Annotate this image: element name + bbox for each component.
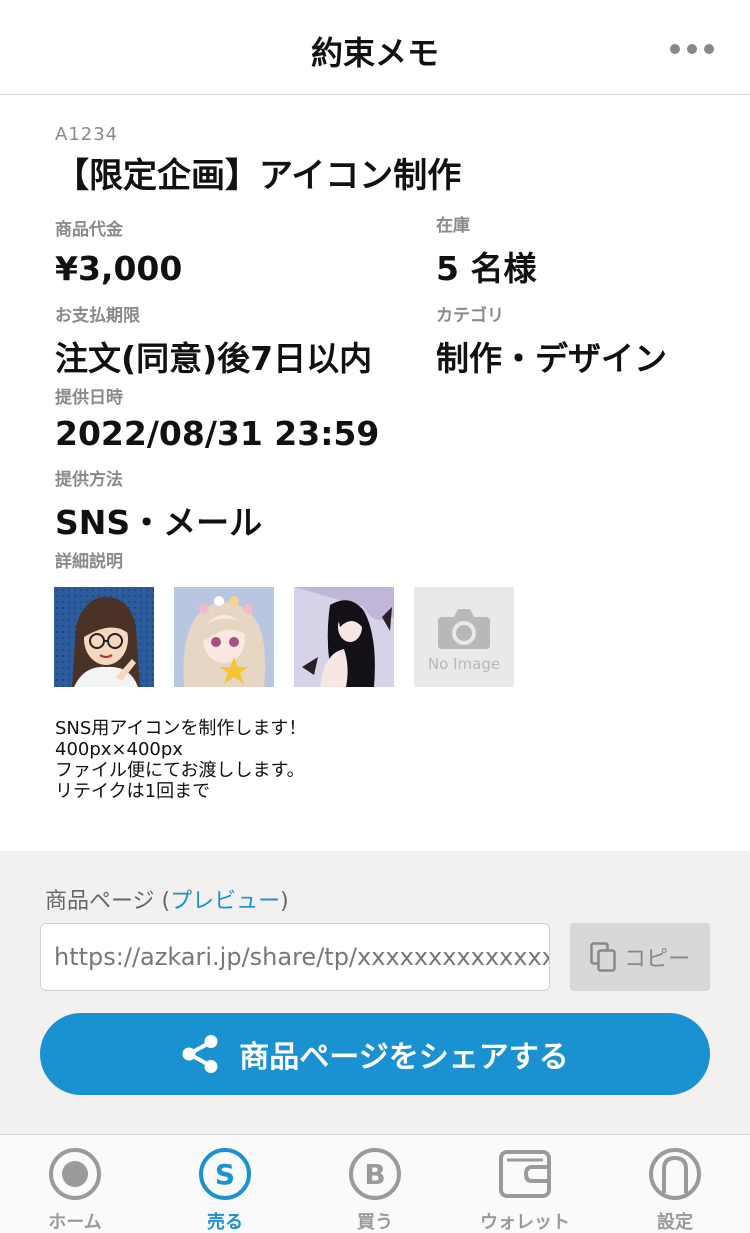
share-product-button[interactable]: 商品ページをシェアする	[40, 1013, 710, 1095]
product-page-label: 商品ページ (プレビュー)	[45, 883, 289, 915]
preview-link[interactable]: プレビュー	[170, 889, 280, 914]
preview-paren-close: )	[280, 889, 289, 914]
copy-label: コピー	[623, 947, 690, 972]
share-section: 商品ページ (プレビュー) https://azkari.jp/share/tp…	[0, 851, 750, 1134]
more-dot-icon	[687, 44, 697, 54]
item-description: SNS用アイコンを制作します！ 400px×400px ファイル便にてお渡ししま…	[55, 718, 307, 802]
product-page-text: 商品ページ	[45, 889, 155, 914]
bottom-tab-bar: ホーム S 売る B 買う ウォレット 設定	[0, 1134, 750, 1233]
item-image-3[interactable]	[294, 587, 394, 687]
settings-icon	[649, 1148, 701, 1200]
price-value: ¥3,000	[55, 249, 183, 288]
svg-text:B: B	[364, 1158, 385, 1191]
svg-text:S: S	[215, 1158, 235, 1191]
tab-wallet-label: ウォレット	[480, 1212, 570, 1233]
due-value: 注文(同意)後7日以内	[55, 339, 373, 378]
category-label: カテゴリ	[436, 306, 504, 326]
more-options-button[interactable]	[670, 44, 714, 54]
wallet-icon	[499, 1150, 551, 1198]
no-image-placeholder[interactable]: No Image	[414, 587, 514, 687]
item-code: A1234	[55, 124, 119, 145]
share-icon	[182, 1035, 218, 1073]
method-value: SNS・メール	[55, 503, 263, 542]
more-dot-icon	[670, 44, 680, 54]
image-gallery: No Image	[54, 587, 514, 687]
item-title: 【限定企画】アイコン制作	[55, 156, 462, 196]
more-dot-icon	[704, 44, 714, 54]
tab-home-label: ホーム	[48, 1212, 102, 1233]
copy-button[interactable]: コピー	[570, 923, 710, 991]
detail-label: 詳細説明	[55, 552, 123, 572]
tab-wallet[interactable]: ウォレット	[450, 1135, 600, 1233]
tab-settings[interactable]: 設定	[600, 1135, 750, 1233]
method-label: 提供方法	[55, 470, 123, 490]
page-title: 約束メモ	[310, 34, 439, 72]
buy-icon: B	[349, 1148, 401, 1200]
home-icon	[49, 1148, 101, 1200]
share-button-label: 商品ページをシェアする	[239, 1040, 569, 1075]
preview-paren-open: (	[154, 889, 171, 914]
sell-icon: S	[199, 1148, 251, 1200]
datetime-label: 提供日時	[55, 388, 123, 408]
character-dark-hair-image	[294, 587, 394, 687]
price-label: 商品代金	[55, 220, 123, 240]
tab-home[interactable]: ホーム	[0, 1135, 150, 1233]
tab-sell-label: 売る	[207, 1212, 243, 1233]
stock-value: 5 名様	[436, 249, 537, 288]
datetime-value: 2022/08/31 23:59	[55, 414, 380, 453]
share-url-field[interactable]: https://azkari.jp/share/tp/xxxxxxxxxxxxx…	[40, 923, 550, 991]
character-flower-image	[174, 587, 274, 687]
copy-icon	[590, 942, 616, 972]
tab-buy-label: 買う	[357, 1212, 393, 1233]
tab-sell[interactable]: S 売る	[150, 1135, 300, 1233]
tab-buy[interactable]: B 買う	[300, 1135, 450, 1233]
item-detail: A1234 【限定企画】アイコン制作 商品代金 ¥3,000 在庫 5 名様 お…	[0, 96, 750, 851]
no-image-label: No Image	[427, 655, 501, 673]
item-image-1[interactable]	[54, 587, 154, 687]
tab-settings-label: 設定	[657, 1212, 693, 1233]
item-image-2[interactable]	[174, 587, 274, 687]
due-label: お支払期限	[55, 306, 140, 326]
app-header: 約束メモ	[0, 0, 750, 95]
character-glasses-image	[54, 587, 154, 687]
category-value: 制作・デザイン	[436, 339, 667, 378]
stock-label: 在庫	[436, 216, 470, 236]
